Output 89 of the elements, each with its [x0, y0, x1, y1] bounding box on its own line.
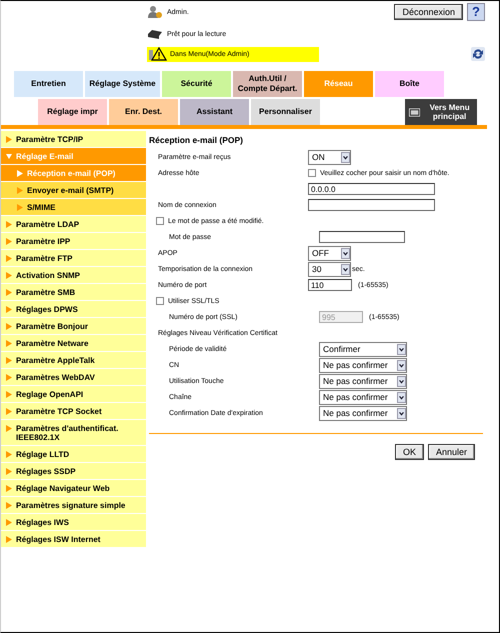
input-field[interactable]: 0.0.0.0 — [308, 183, 435, 195]
caret-right-icon — [6, 357, 12, 364]
chevron-down-icon — [397, 360, 406, 370]
caret-right-icon — [6, 519, 12, 526]
sidebar-item[interactable]: Paramètre TCP Socket — [1, 403, 146, 420]
sidebar-item[interactable]: Paramètres d'authentificat. IEEE802.1X — [1, 420, 146, 446]
nav-tab[interactable]: Entretien — [14, 71, 83, 97]
checkbox[interactable] — [156, 217, 164, 225]
nav-tab[interactable]: Sécurité — [162, 71, 231, 97]
sidebar-item[interactable]: Paramètre LDAP — [1, 216, 146, 233]
caret-right-icon — [6, 306, 12, 313]
sidebar-item[interactable]: Paramètre Bonjour — [1, 318, 146, 335]
nav-tab[interactable]: Enr. Dest. — [109, 99, 178, 125]
chevron-down-icon — [397, 344, 406, 354]
dropdown[interactable]: OFF — [308, 246, 351, 260]
chevron-down-icon — [397, 376, 406, 386]
form-button[interactable]: Annuler — [428, 444, 475, 460]
refresh-icon[interactable] — [471, 47, 485, 61]
caret-right-icon — [6, 238, 12, 245]
chevron-down-icon — [341, 264, 350, 274]
nav-tab[interactable]: Auth.Util / Compte Départ. — [233, 71, 302, 97]
dropdown[interactable]: Ne pas confirmer — [319, 406, 407, 420]
sidebar-item[interactable]: Réglages SSDP — [1, 463, 146, 480]
dropdown[interactable]: Confirmer — [319, 342, 407, 356]
input-field[interactable] — [319, 231, 405, 243]
caret-right-icon — [6, 536, 12, 543]
caret-right-icon — [6, 340, 12, 347]
chevron-down-icon — [341, 248, 350, 258]
nav-tab[interactable]: Réglage Système — [85, 71, 160, 97]
form-button[interactable]: OK — [394, 444, 424, 460]
printer-icon — [147, 28, 163, 40]
sidebar-item[interactable]: Réglages ISW Internet — [1, 531, 146, 548]
input-field[interactable]: 110 — [308, 279, 352, 291]
sidebar-item[interactable]: Paramètre AppleTalk — [1, 352, 146, 369]
sidebar-item[interactable]: Paramètre Netware — [1, 335, 146, 352]
caret-right-icon — [6, 272, 12, 279]
nav-tab[interactable]: Assistant — [180, 99, 249, 125]
sidebar-item[interactable]: Paramètre TCP/IP — [1, 131, 146, 148]
sidebar-item[interactable]: Réglages DPWS — [1, 301, 146, 318]
caret-right-icon — [6, 391, 12, 398]
caret-right-icon — [6, 374, 12, 381]
screen-icon — [409, 106, 420, 118]
caret-right-icon — [17, 187, 23, 194]
caret-down-icon — [6, 153, 12, 160]
nav-tab[interactable]: Personnaliser — [251, 99, 320, 125]
sidebar-item[interactable]: Réglage LLTD — [1, 446, 146, 463]
dropdown[interactable]: ON — [308, 150, 351, 164]
sidebar-item[interactable]: Paramètre SMB — [1, 284, 146, 301]
chevron-down-icon — [341, 152, 350, 162]
dropdown[interactable]: Ne pas confirmer — [319, 374, 407, 388]
dropdown[interactable]: Ne pas confirmer — [319, 358, 407, 372]
dropdown[interactable]: 30 — [308, 262, 351, 276]
sidebar-item[interactable]: Réglages IWS — [1, 514, 146, 531]
dropdown[interactable]: Ne pas confirmer — [319, 390, 407, 404]
input-field[interactable] — [308, 199, 435, 211]
checkbox[interactable] — [156, 297, 164, 305]
nav-tab[interactable]: Réglage impr — [38, 99, 107, 125]
caret-right-icon — [6, 323, 12, 330]
caret-right-icon — [6, 289, 12, 296]
chevron-down-icon — [397, 392, 406, 402]
caret-right-icon — [6, 408, 12, 415]
sidebar-item[interactable]: Activation SNMP — [1, 267, 146, 284]
help-button[interactable]: ? — [467, 3, 485, 21]
caret-right-icon — [6, 221, 12, 228]
sidebar-item[interactable]: Reglage OpenAPI — [1, 386, 146, 403]
section-title: Réception e-mail (POP) — [149, 135, 244, 145]
caret-right-icon — [6, 468, 12, 475]
main-menu-button[interactable]: Vers Menu principal — [405, 99, 477, 125]
sidebar-subitem[interactable]: S/MIME — [1, 199, 146, 216]
sidebar-item[interactable]: Réglage Navigateur Web — [1, 480, 146, 497]
nav-tab[interactable]: Boîte — [375, 71, 444, 97]
caret-right-icon — [6, 136, 12, 143]
sidebar-item[interactable]: Paramètre IPP — [1, 233, 146, 250]
chevron-down-icon — [397, 408, 406, 418]
sidebar-item[interactable]: Paramètre FTP — [1, 250, 146, 267]
warning-icon — [149, 47, 167, 61]
sidebar-subitem[interactable]: Envoyer e-mail (SMTP) — [1, 182, 146, 199]
caret-right-icon — [6, 451, 12, 458]
checkbox[interactable] — [308, 169, 316, 177]
caret-right-icon — [6, 425, 12, 432]
caret-right-icon — [17, 170, 23, 177]
caret-right-icon — [6, 485, 12, 492]
user-icon — [147, 5, 163, 19]
caret-right-icon — [6, 255, 12, 262]
sidebar-item[interactable]: Paramètres WebDAV — [1, 369, 146, 386]
sidebar-item[interactable]: Paramètres signature simple — [1, 497, 146, 514]
caret-right-icon — [6, 502, 12, 509]
logout-button[interactable]: Déconnexion — [394, 4, 463, 20]
caret-right-icon — [17, 204, 23, 211]
